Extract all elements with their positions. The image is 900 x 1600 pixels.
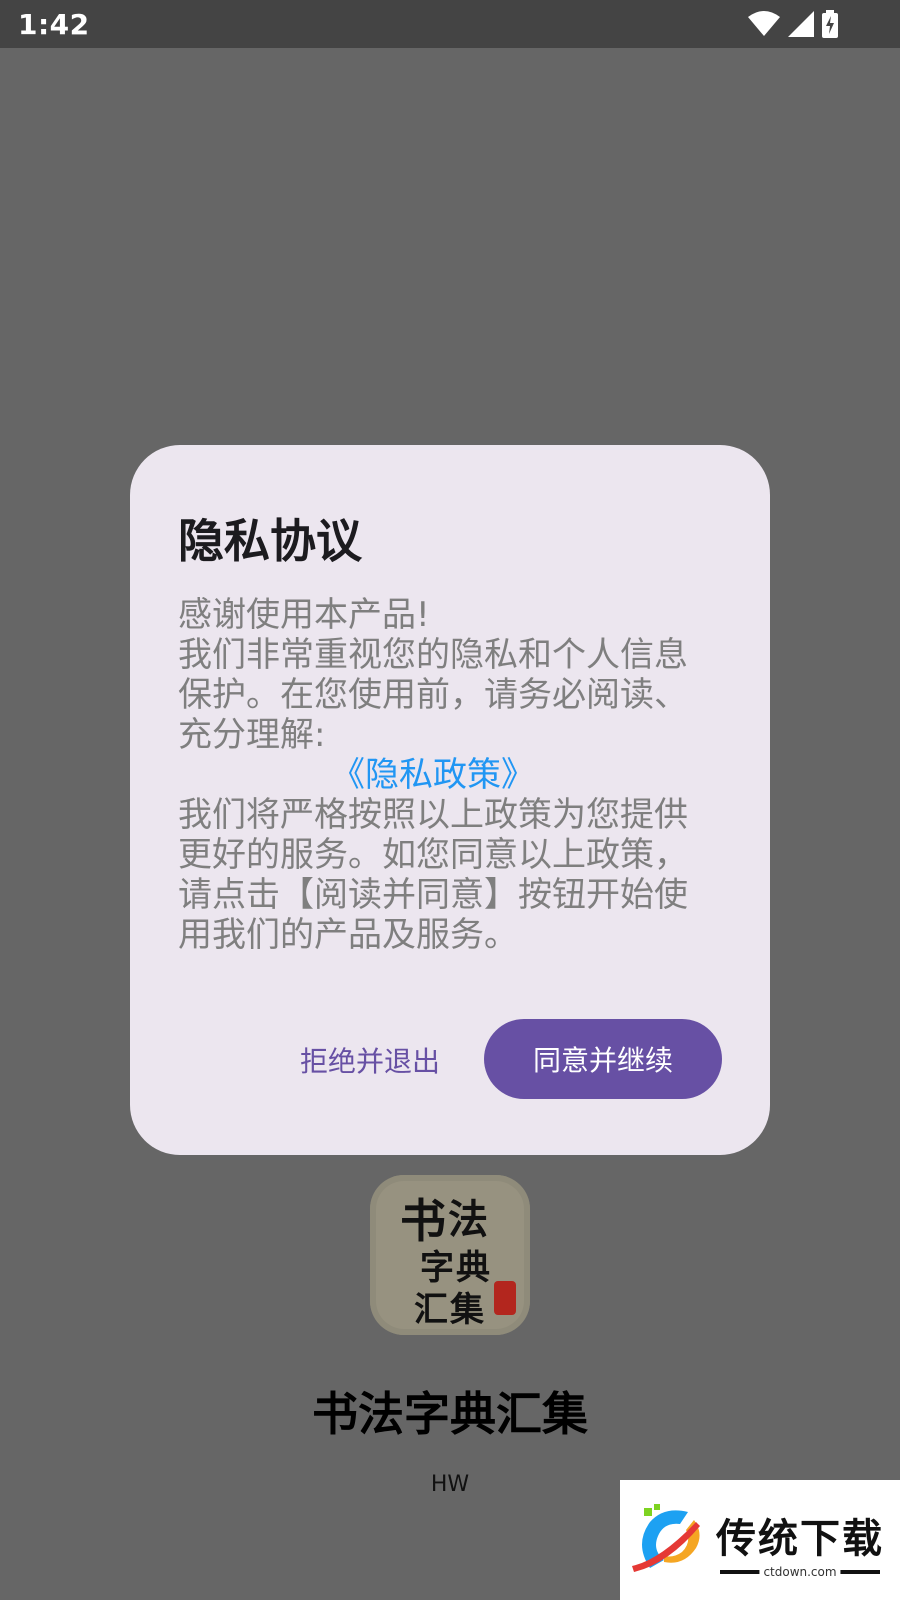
privacy-dialog: 隐私协议 感谢使用本产品! 我们非常重视您的隐私和个人信息保护。在您使用前，请务… <box>130 445 770 1155</box>
icon-char-3: 字 <box>420 1248 454 1288</box>
ctdown-logo-icon <box>632 1504 700 1572</box>
icon-char-1: 书 <box>400 1194 446 1248</box>
watermark-badge: 传统下载 ctdown.com <box>620 1480 900 1600</box>
dialog-paragraph-thanks: 感谢使用本产品! <box>178 595 430 635</box>
icon-char-4: 典 <box>456 1248 490 1288</box>
accept-continue-button[interactable]: 同意并继续 <box>484 1019 722 1099</box>
dialog-paragraph-consent: 我们将严格按照以上政策为您提供更好的服务。如您同意以上政策，请点击【阅读并同意】… <box>178 795 688 955</box>
dialog-paragraph-intro: 我们非常重视您的隐私和个人信息保护。在您使用前，请务必阅读、充分理解: <box>178 635 688 755</box>
decline-exit-button[interactable]: 拒绝并退出 <box>290 1020 450 1100</box>
watermark-subtitle-rule: ctdown.com <box>720 1565 880 1579</box>
watermark-subtitle: ctdown.com <box>759 1565 841 1579</box>
icon-char-6: 集 <box>449 1290 484 1330</box>
watermark-text: 传统下载 ctdown.com <box>716 1506 884 1579</box>
status-bar: 1:42 <box>0 0 900 48</box>
status-time: 1:42 <box>18 7 90 41</box>
wifi-icon <box>748 11 780 36</box>
icon-char-2: 法 <box>448 1196 488 1243</box>
watermark-title: 传统下载 <box>716 1516 884 1562</box>
app-icon: 书 法 字 典 汇 集 <box>370 1175 530 1335</box>
icon-char-5: 汇 <box>414 1290 448 1330</box>
calligraphy-logo-icon: 书 法 字 典 汇 集 <box>370 1175 530 1335</box>
status-icons <box>748 10 838 38</box>
app-name: 书法字典汇集 <box>312 1387 588 1441</box>
battery-charging-icon <box>822 10 838 38</box>
dialog-body: 感谢使用本产品! 我们非常重视您的隐私和个人信息保护。在您使用前，请务必阅读、充… <box>178 595 688 955</box>
privacy-policy-link[interactable]: 《隐私政策》 <box>178 755 688 795</box>
cell-signal-icon <box>788 11 814 37</box>
dialog-title: 隐私协议 <box>178 514 362 568</box>
